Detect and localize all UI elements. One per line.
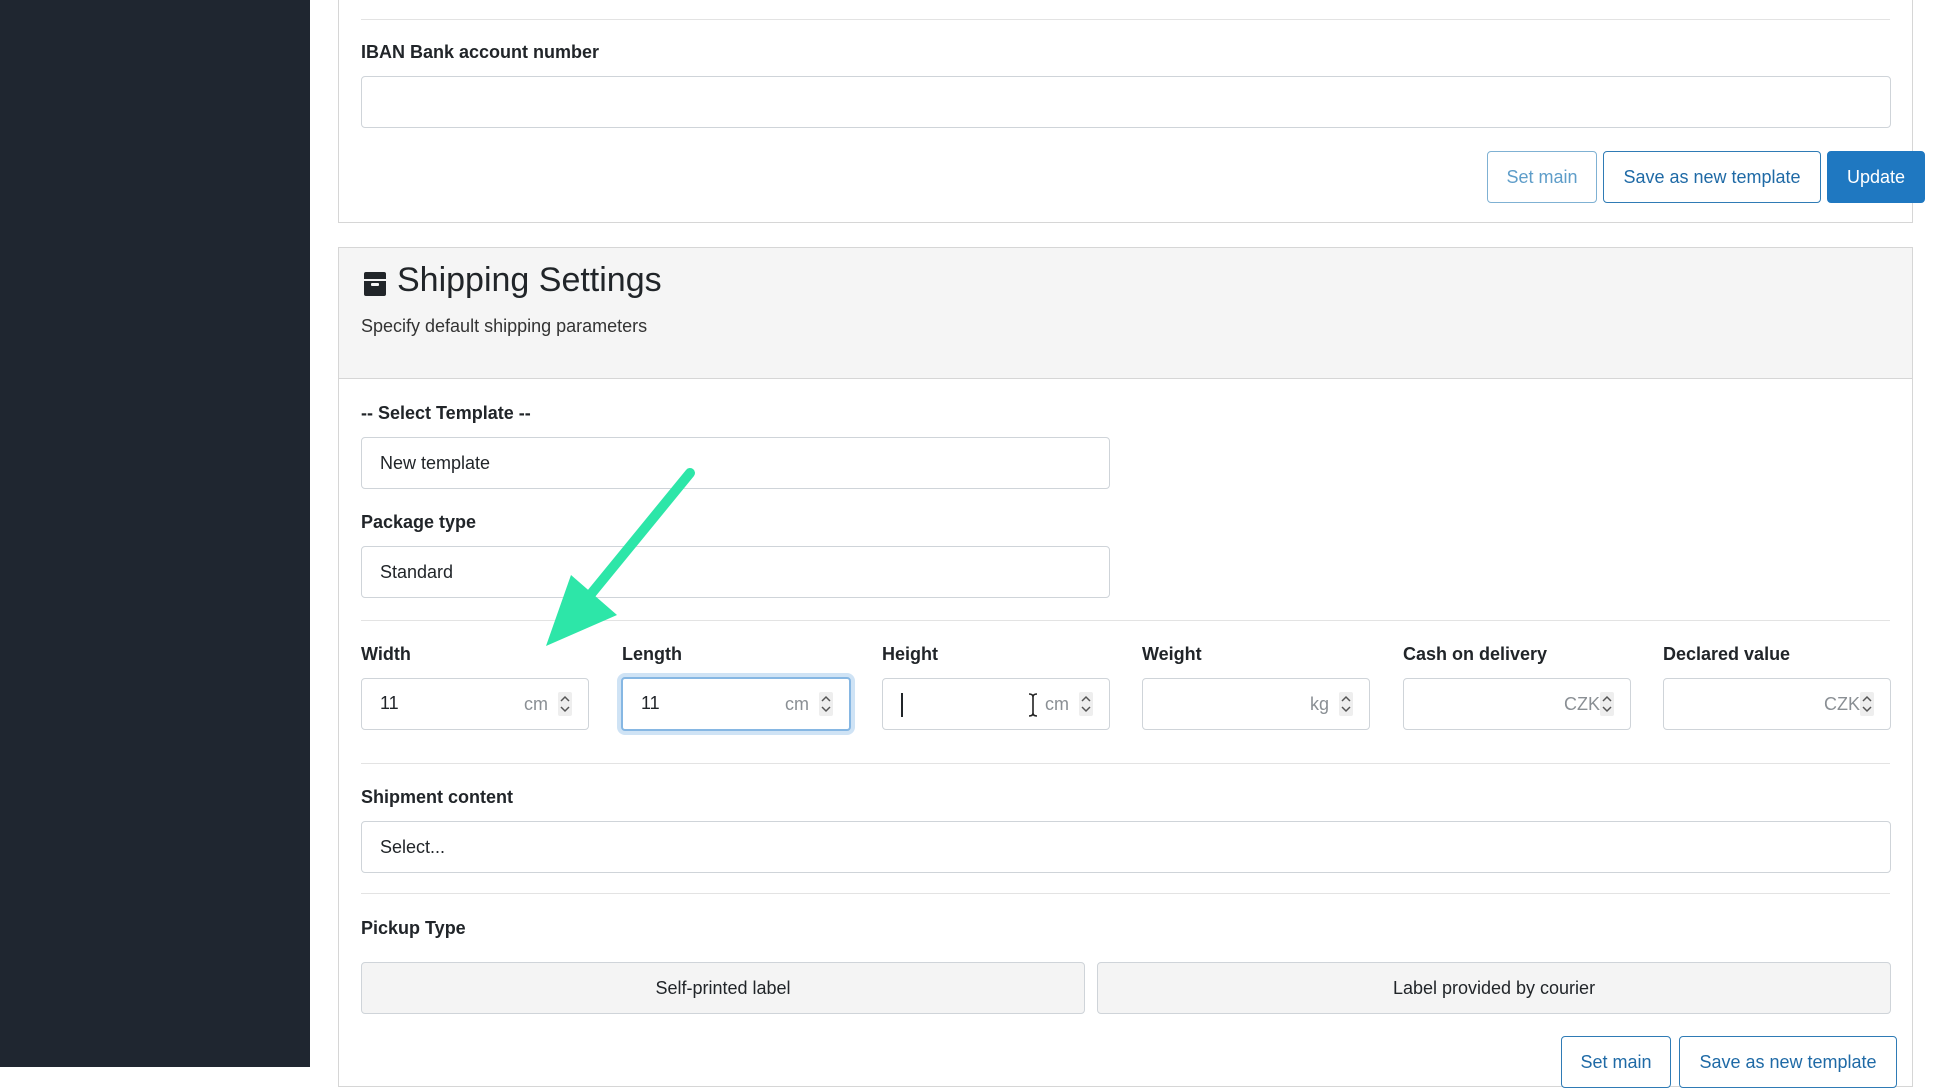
- height-label: Height: [882, 644, 938, 664]
- save-as-new-template-button[interactable]: Save as new template: [1603, 151, 1821, 203]
- cash-on-delivery-input[interactable]: CZK: [1403, 678, 1631, 730]
- length-value: 11: [641, 693, 660, 713]
- bank-card: IBAN Bank account number Set main Save a…: [338, 0, 1925, 223]
- weight-unit: kg: [1309, 694, 1329, 714]
- stepper-icon[interactable]: [1600, 692, 1614, 716]
- cash-on-delivery-unit: CZK: [1564, 694, 1600, 714]
- set-main-button[interactable]: Set main: [1561, 1036, 1671, 1088]
- stepper-icon[interactable]: [819, 692, 833, 716]
- divider: [361, 19, 1890, 20]
- pickup-type-label: Pickup Type: [361, 918, 466, 938]
- sidebar: [0, 0, 310, 1067]
- divider: [361, 763, 1890, 764]
- shipping-header: Shipping Settings Specify default shippi…: [339, 248, 1912, 379]
- weight-label: Weight: [1142, 644, 1202, 664]
- cash-on-delivery-label: Cash on delivery: [1403, 644, 1548, 664]
- set-main-button[interactable]: Set main: [1487, 151, 1597, 203]
- length-unit: cm: [785, 694, 809, 714]
- declared-value-unit: CZK: [1824, 694, 1860, 714]
- text-caret: [901, 693, 903, 717]
- pickup-courier-label-option[interactable]: Label provided by courier: [1097, 962, 1891, 1014]
- package-type-select[interactable]: Standard: [361, 546, 1110, 598]
- divider: [361, 620, 1890, 621]
- main-content: IBAN Bank account number Set main Save a…: [310, 0, 1941, 1088]
- weight-input[interactable]: kg: [1142, 678, 1370, 730]
- divider: [361, 893, 1890, 894]
- iban-label: IBAN Bank account number: [361, 42, 600, 62]
- length-label: Length: [622, 644, 682, 664]
- width-value: 11: [380, 693, 399, 713]
- template-label: -- Select Template --: [361, 403, 531, 423]
- width-input[interactable]: 11 cm: [361, 678, 589, 730]
- stepper-icon[interactable]: [1860, 692, 1874, 716]
- pickup-self-printed-label-option[interactable]: Self-printed label: [361, 962, 1085, 1014]
- stepper-icon[interactable]: [558, 692, 572, 716]
- height-unit: cm: [1045, 694, 1069, 714]
- page-subtitle: Specify default shipping parameters: [361, 316, 648, 336]
- page-title: Shipping Settings: [397, 261, 662, 299]
- shipping-card: Shipping Settings Specify default shippi…: [338, 247, 1913, 1088]
- width-label: Width: [361, 644, 411, 664]
- template-select[interactable]: New template: [361, 437, 1110, 489]
- update-button[interactable]: Update: [1827, 151, 1925, 203]
- save-as-new-template-button[interactable]: Save as new template: [1679, 1036, 1897, 1088]
- declared-value-input[interactable]: CZK: [1663, 678, 1891, 730]
- stepper-icon[interactable]: [1339, 692, 1353, 716]
- declared-value-label: Declared value: [1663, 644, 1791, 664]
- height-input[interactable]: cm: [882, 678, 1110, 730]
- iban-input[interactable]: [361, 76, 1891, 128]
- box-icon: [364, 272, 386, 296]
- shipment-content-label: Shipment content: [361, 787, 513, 807]
- text-cursor-icon: [1028, 693, 1038, 717]
- stepper-icon[interactable]: [1079, 692, 1093, 716]
- shipment-content-select[interactable]: Select...: [361, 821, 1891, 873]
- length-input[interactable]: 11 cm: [621, 677, 851, 731]
- width-unit: cm: [524, 694, 548, 714]
- package-type-label: Package type: [361, 512, 477, 532]
